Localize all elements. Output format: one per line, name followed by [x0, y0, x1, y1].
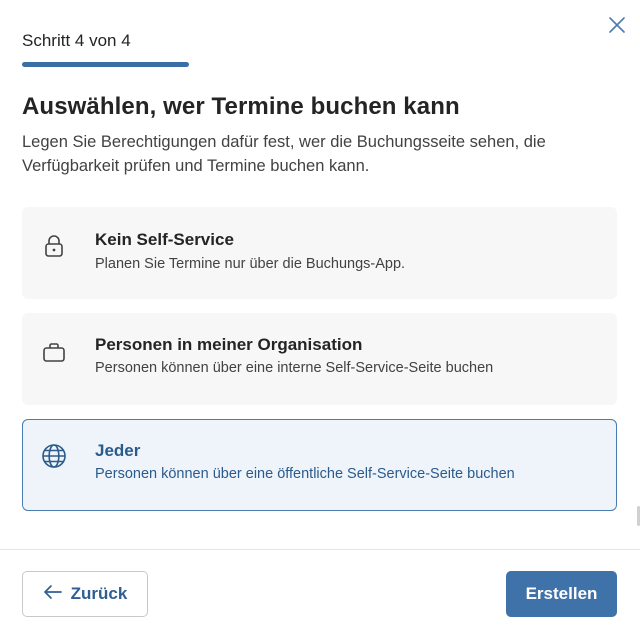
option-title: Jeder [95, 441, 141, 460]
arrow-left-icon [43, 584, 63, 605]
footer-divider [0, 549, 640, 550]
close-icon [608, 16, 626, 39]
option-description: Personen können über eine öffentliche Se… [95, 466, 515, 482]
back-button-label: Zurück [70, 584, 128, 603]
lock-icon [41, 233, 67, 259]
option-my-organization[interactable]: Personen in meiner Organisation Personen… [22, 313, 617, 405]
option-everyone[interactable]: Jeder Personen können über eine öffentli… [22, 419, 617, 511]
option-title: Personen in meiner Organisation [95, 335, 363, 354]
briefcase-icon [41, 339, 67, 365]
option-description: Personen können über eine interne Self-S… [95, 360, 494, 376]
option-title: Kein Self-Service [95, 230, 234, 249]
progress-bar [22, 62, 189, 67]
page-title: Auswählen, wer Termine buchen kann [22, 93, 460, 120]
globe-icon [41, 443, 67, 469]
option-description: Planen Sie Termine nur über die Buchungs… [95, 256, 406, 272]
close-button[interactable] [604, 14, 630, 40]
create-button-label: Erstellen [525, 584, 598, 603]
option-no-self-service[interactable]: Kein Self-Service Planen Sie Termine nur… [22, 207, 617, 299]
back-button[interactable]: Zurück [22, 571, 148, 617]
page-subtitle: Legen Sie Berechtigungen dafür fest, wer… [22, 133, 546, 175]
create-button[interactable]: Erstellen [506, 571, 617, 617]
step-indicator: Schritt 4 von 4 [22, 31, 131, 50]
